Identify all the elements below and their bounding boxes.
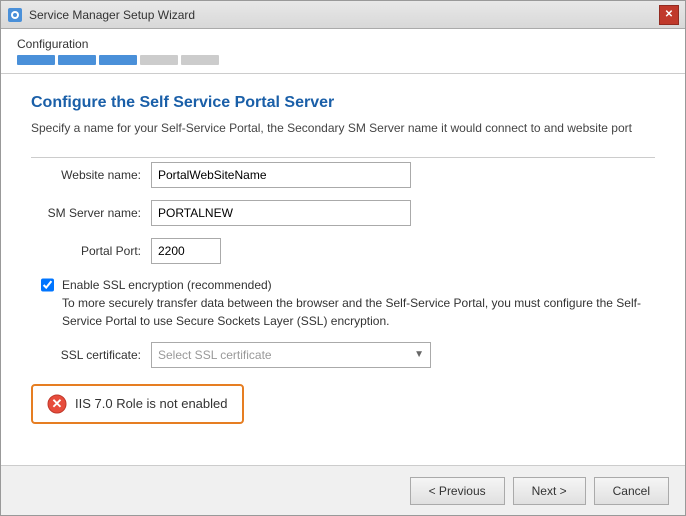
title-bar-left: Service Manager Setup Wizard [7, 7, 195, 23]
sm-server-row: SM Server name: [31, 200, 655, 226]
website-name-input[interactable] [151, 162, 411, 188]
progress-label: Configuration [17, 37, 669, 51]
section-description: Specify a name for your Self-Service Por… [31, 120, 655, 137]
progress-track [17, 55, 669, 65]
title-bar: Service Manager Setup Wizard ✕ [1, 1, 685, 29]
portal-port-label: Portal Port: [31, 244, 151, 258]
website-name-label: Website name: [31, 168, 151, 182]
website-name-row: Website name: [31, 162, 655, 188]
error-message-box: ✕ IIS 7.0 Role is not enabled [31, 384, 244, 424]
ssl-cert-placeholder: Select SSL certificate [158, 348, 272, 362]
progress-step-4 [140, 55, 178, 65]
app-icon [7, 7, 23, 23]
divider [31, 157, 655, 158]
previous-button[interactable]: < Previous [410, 477, 505, 505]
progress-step-2 [58, 55, 96, 65]
error-text: IIS 7.0 Role is not enabled [75, 396, 228, 411]
ssl-checkbox-label: Enable SSL encryption (recommended) [62, 278, 272, 292]
ssl-checkbox-text: Enable SSL encryption (recommended) To m… [62, 276, 655, 330]
progress-step-1 [17, 55, 55, 65]
sm-server-input[interactable] [151, 200, 411, 226]
progress-section: Configuration [1, 29, 685, 74]
title-bar-controls: ✕ [659, 5, 679, 25]
dropdown-arrow-icon: ▼ [414, 349, 424, 360]
sm-server-label: SM Server name: [31, 206, 151, 220]
portal-port-row: Portal Port: [31, 238, 655, 264]
ssl-checkbox-row: Enable SSL encryption (recommended) To m… [31, 276, 655, 330]
error-icon: ✕ [47, 394, 67, 414]
svg-text:✕: ✕ [52, 396, 63, 411]
cancel-button[interactable]: Cancel [594, 477, 669, 505]
content-area: Configure the Self Service Portal Server… [1, 74, 685, 465]
ssl-cert-row: SSL certificate: Select SSL certificate … [31, 342, 655, 368]
portal-port-input[interactable] [151, 238, 221, 264]
wizard-window: Service Manager Setup Wizard ✕ Configura… [0, 0, 686, 516]
close-button[interactable]: ✕ [659, 5, 679, 25]
progress-step-3 [99, 55, 137, 65]
ssl-checkbox[interactable] [41, 278, 54, 292]
ssl-cert-dropdown[interactable]: Select SSL certificate ▼ [151, 342, 431, 368]
ssl-cert-label: SSL certificate: [31, 348, 151, 362]
ssl-checkbox-desc: To more securely transfer data between t… [62, 296, 641, 328]
progress-step-5 [181, 55, 219, 65]
next-button[interactable]: Next > [513, 477, 586, 505]
window-title: Service Manager Setup Wizard [29, 8, 195, 22]
section-title: Configure the Self Service Portal Server [31, 94, 655, 112]
footer: < Previous Next > Cancel [1, 465, 685, 515]
